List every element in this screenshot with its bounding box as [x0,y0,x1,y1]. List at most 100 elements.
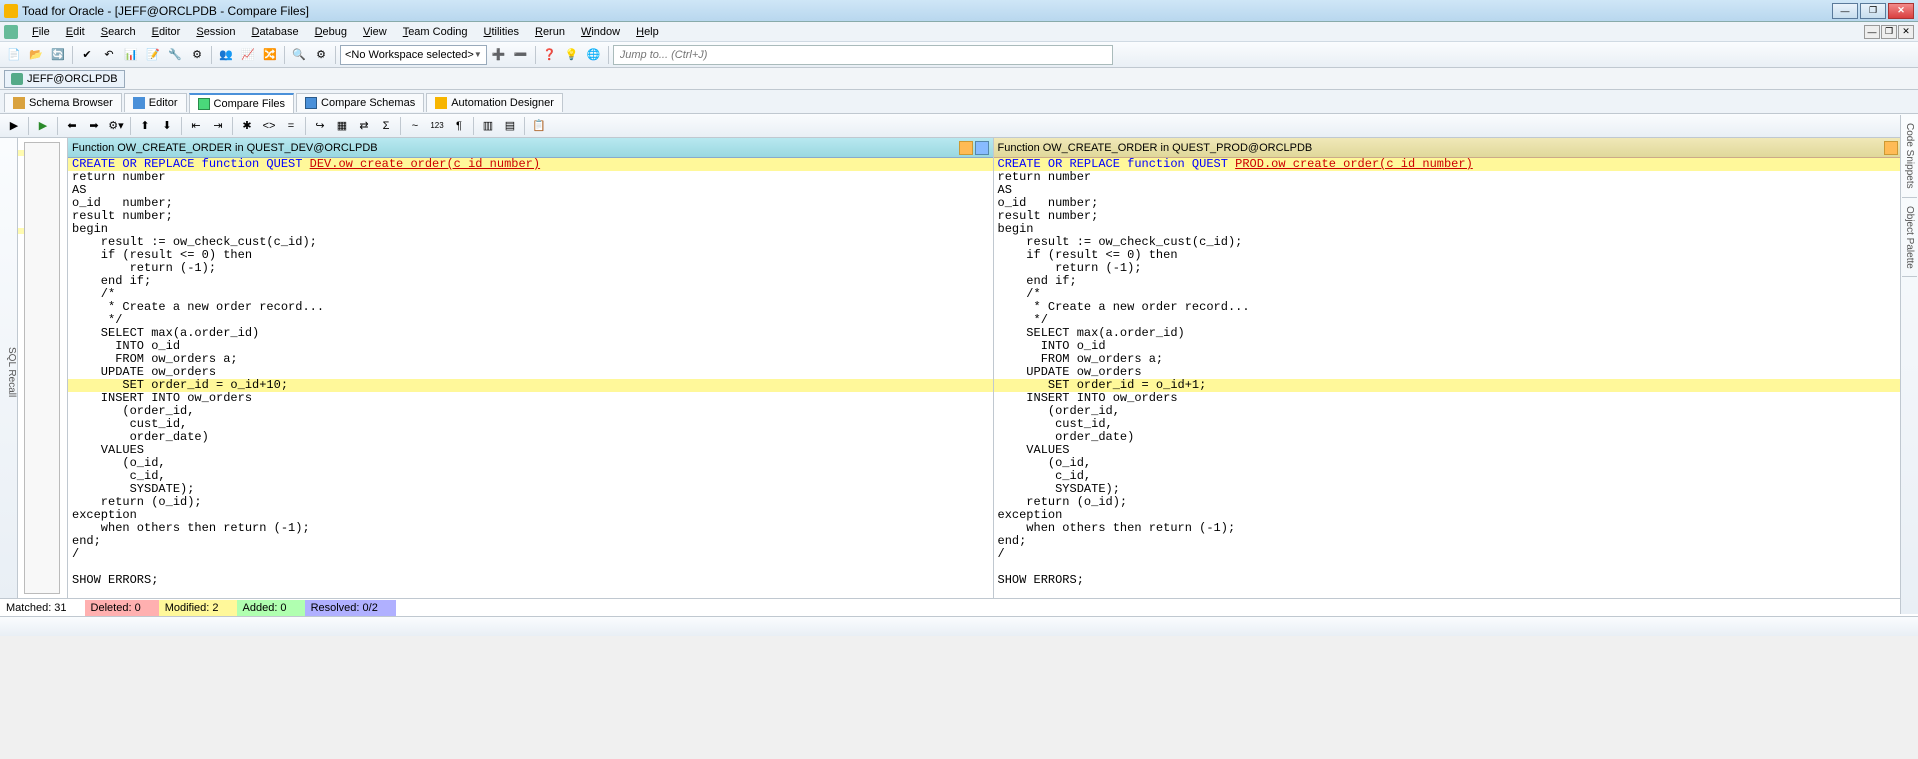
pane-right-open-button[interactable] [1884,141,1898,155]
code-button[interactable]: <> [259,116,279,136]
ws-remove-button[interactable]: ➖ [511,45,531,65]
toggle-button[interactable]: 🔀 [260,45,280,65]
refresh-button[interactable]: 🔄 [48,45,68,65]
config-button[interactable]: ⚙ [311,45,331,65]
next-diff-button[interactable]: ⬇ [157,116,177,136]
pane-body-right[interactable]: CREATE OR REPLACE function QUEST PROD.ow… [994,158,1918,598]
code-snippets-rail[interactable]: Code Snippets [1902,115,1917,198]
search-button[interactable]: 🔍 [289,45,309,65]
code-line: result number; [994,210,1918,223]
layout2-button[interactable]: ▤ [500,116,520,136]
compare-pane-left: Function OW_CREATE_ORDER in QUEST_DEV@OR… [68,138,994,598]
document-tabstrip: Schema Browser Editor Compare Files Compare… [0,90,1918,114]
table-diff-button[interactable]: ▦ [332,116,352,136]
rollback-button[interactable]: ↶ [99,45,119,65]
rebuild-button[interactable]: 🔧 [165,45,185,65]
help-button[interactable]: ❓ [540,45,560,65]
sql-recall-rail[interactable]: SQL Recall [0,138,18,598]
maximize-button[interactable]: ❐ [1860,3,1886,19]
tab-schema-browser[interactable]: Schema Browser [4,93,122,112]
main-toolbar: 📄 📂 🔄 ✔ ↶ 📊 📝 🔧 ⚙ 👥 📈 🔀 🔍 ⚙ <No Workspac… [0,42,1918,68]
pane-left-open-button[interactable] [959,141,973,155]
code-line: SHOW ERRORS; [994,574,1918,587]
menu-item-editor[interactable]: Editor [144,24,189,40]
pilcrow-button[interactable]: ¶ [449,116,469,136]
menu-item-search[interactable]: Search [93,24,144,40]
menu-item-window[interactable]: Window [573,24,628,40]
layout1-button[interactable]: ▥ [478,116,498,136]
sigma-button[interactable]: Σ [376,116,396,136]
tab-label: Schema Browser [29,97,113,109]
tuning-button[interactable]: ⚙ [187,45,207,65]
session-browser-button[interactable]: 👥 [216,45,236,65]
connection-tab[interactable]: JEFF@ORCLPDB [4,70,125,88]
tilde-button[interactable]: ~ [405,116,425,136]
prev-diff-button[interactable]: ⬆ [135,116,155,136]
tab-compare-schemas[interactable]: Compare Schemas [296,93,424,112]
mdi-minimize-button[interactable]: — [1864,25,1880,39]
world-button[interactable]: 🌐 [584,45,604,65]
tab-label: Compare Schemas [321,97,415,109]
workspace-combo[interactable]: <No Workspace selected> ▼ [340,45,487,65]
schema-browser-button[interactable]: 📊 [121,45,141,65]
new-connection-button[interactable]: 📄 [4,45,24,65]
menu-item-team-coding[interactable]: Team Coding [395,24,476,40]
report-button[interactable]: 📋 [529,116,549,136]
tab-editor[interactable]: Editor [124,93,187,112]
diff-overview[interactable] [18,138,68,598]
tab-label: Editor [149,97,178,109]
code-line: return (o_id); [68,496,993,509]
mdi-restore-button[interactable]: ❐ [1881,25,1897,39]
code-line: SYSDATE); [994,483,1918,496]
editor-button[interactable]: 📝 [143,45,163,65]
info-button[interactable]: 💡 [562,45,582,65]
code-line: SELECT max(a.order_id) [68,327,993,340]
code-line: * Create a new order record... [68,301,993,314]
source-left-button[interactable]: ⬅ [62,116,82,136]
auto-icon [435,97,447,109]
menu-item-edit[interactable]: Edit [58,24,93,40]
star-button[interactable]: ✱ [237,116,257,136]
ws-add-button[interactable]: ➕ [489,45,509,65]
menu-item-session[interactable]: Session [188,24,243,40]
menu-item-file[interactable]: File [24,24,58,40]
code-line: CREATE OR REPLACE function QUEST PROD.ow… [994,158,1918,171]
source-right-button[interactable]: ➡ [84,116,104,136]
menu-item-debug[interactable]: Debug [307,24,355,40]
numeric-button[interactable]: 123 [427,116,447,136]
copy-left-button[interactable]: ⇤ [186,116,206,136]
code-line: return number [68,171,993,184]
compare-area: SQL Recall Function OW_CREATE_ORDER in Q… [0,138,1918,598]
open-button[interactable]: 📂 [26,45,46,65]
menu-items: FileEditSearchEditorSessionDatabaseDebug… [24,24,667,40]
tab-automation-designer[interactable]: Automation Designer [426,93,563,112]
close-button[interactable]: ✕ [1888,3,1914,19]
tab-compare-files[interactable]: Compare Files [189,93,295,113]
pane-body-left[interactable]: CREATE OR REPLACE function QUEST DEV.ow … [68,158,993,598]
menu-item-rerun[interactable]: Rerun [527,24,573,40]
pane-left-save-button[interactable] [975,141,989,155]
jump-to-input[interactable] [613,45,1113,65]
export-button[interactable]: ↪ [310,116,330,136]
app-icon [4,4,18,18]
run-button[interactable]: ▶ [4,116,24,136]
code-line: when others then return (-1); [68,522,993,535]
sga-button[interactable]: 📈 [238,45,258,65]
menu-item-utilities[interactable]: Utilities [476,24,527,40]
commit-button[interactable]: ✔ [77,45,97,65]
code-line: / [68,548,993,561]
status-added: Added: 0 [237,600,305,616]
compare-play-button[interactable]: ▶ [33,116,53,136]
equals-button[interactable]: = [281,116,301,136]
object-palette-rail[interactable]: Object Palette [1902,198,1917,278]
code-line: / [994,548,1918,561]
sql-recall-label: SQL Recall [6,347,17,397]
minimize-button[interactable]: — [1832,3,1858,19]
mdi-close-button[interactable]: ✕ [1898,25,1914,39]
swap-button[interactable]: ⇄ [354,116,374,136]
menu-item-database[interactable]: Database [243,24,306,40]
menu-item-view[interactable]: View [355,24,395,40]
copy-right-button[interactable]: ⇥ [208,116,228,136]
merge-options-button[interactable]: ⚙▾ [106,116,126,136]
menu-item-help[interactable]: Help [628,24,667,40]
